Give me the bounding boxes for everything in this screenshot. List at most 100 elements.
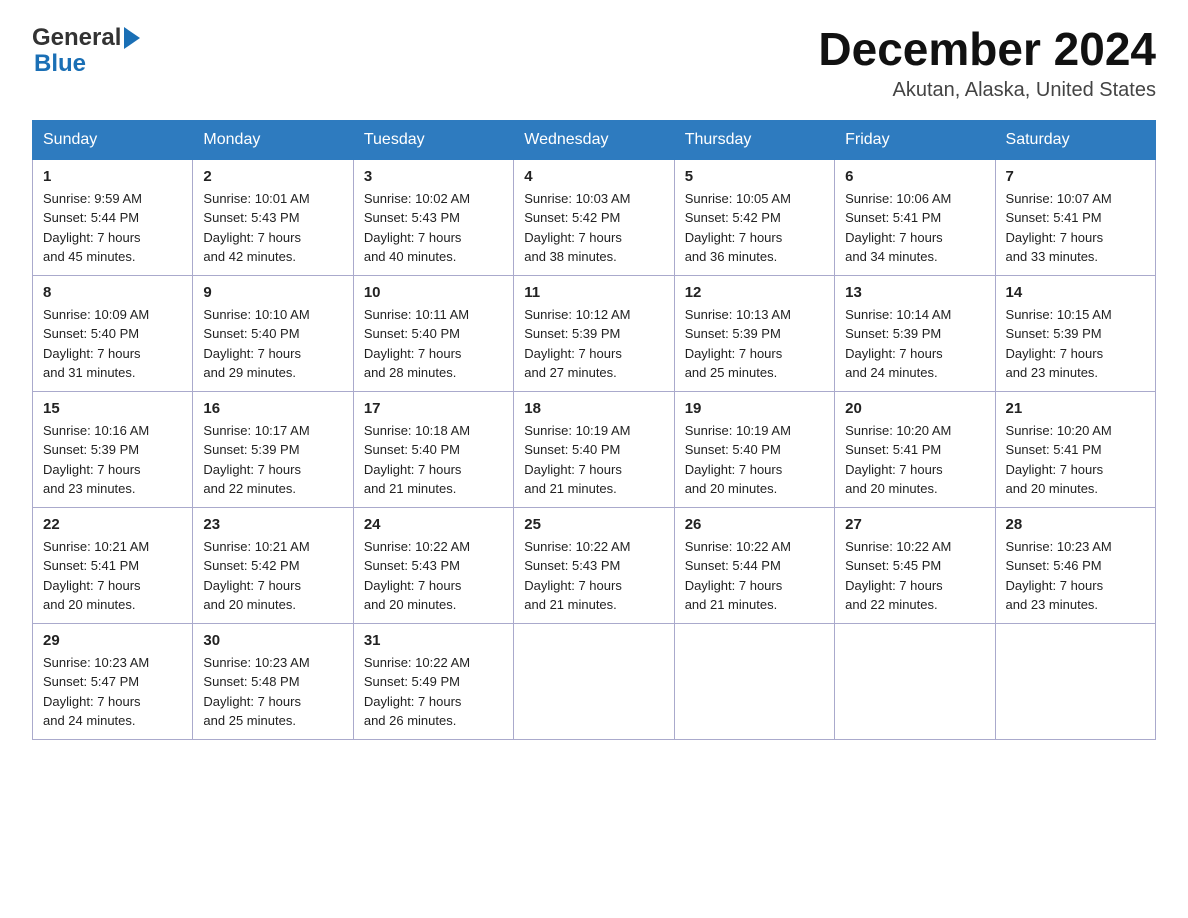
calendar-cell: 27Sunrise: 10:22 AMSunset: 5:45 PMDaylig… — [835, 507, 995, 623]
cell-content: Sunrise: 10:22 AMSunset: 5:43 PMDaylight… — [364, 537, 503, 615]
day-number: 19 — [685, 400, 824, 417]
day-number: 11 — [524, 284, 663, 301]
day-number: 20 — [845, 400, 984, 417]
calendar-cell: 19 Sunrise: 10:19 AMSunset: 5:40 PMDaylig… — [674, 391, 834, 507]
day-number: 22 — [43, 516, 182, 533]
calendar-cell: 2 Sunrise: 10:01 AMSunset: 5:43 PMDayligh… — [193, 159, 353, 275]
cell-content: Sunrise: 10:14 AMSunset: 5:39 PMDaylight… — [845, 305, 984, 383]
cell-content: Sunrise: 10:20 AMSunset: 5:41 PMDaylight… — [845, 421, 984, 499]
day-number: 17 — [364, 400, 503, 417]
logo: General Blue — [32, 24, 140, 78]
cell-content: Sunrise: 10:09 AMSunset: 5:40 PMDaylight… — [43, 305, 182, 383]
cell-content: Sunrise: 10:17 AMSunset: 5:39 PMDaylight… — [203, 421, 342, 499]
day-number: 24 — [364, 516, 503, 533]
day-number: 31 — [364, 632, 503, 649]
calendar-week-5: 29 Sunrise: 10:23 AMSunset: 5:47 PMDaylig… — [33, 623, 1156, 739]
cell-content: Sunrise: 10:23 AMSunset: 5:47 PMDaylight… — [43, 653, 182, 731]
day-number: 27 — [845, 516, 984, 533]
day-number: 6 — [845, 168, 984, 185]
logo-row1: General — [32, 24, 140, 52]
day-number: 18 — [524, 400, 663, 417]
calendar-cell: 28Sunrise: 10:23 AMSunset: 5:46 PMDaylig… — [995, 507, 1155, 623]
calendar-cell: 16 Sunrise: 10:17 AMSunset: 5:39 PMDaylig… — [193, 391, 353, 507]
day-number: 14 — [1006, 284, 1145, 301]
cell-content: Sunrise: 9:59 AMSunset: 5:44 PMDaylight:… — [43, 189, 182, 267]
day-number: 30 — [203, 632, 342, 649]
weekday-header-monday: Monday — [193, 120, 353, 159]
calendar-cell: 15 Sunrise: 10:16 AMSunset: 5:39 PMDaylig… — [33, 391, 193, 507]
calendar-cell: 18 Sunrise: 10:19 AMSunset: 5:40 PMDaylig… — [514, 391, 674, 507]
calendar-cell: 6 Sunrise: 10:06 AMSunset: 5:41 PMDayligh… — [835, 159, 995, 275]
day-number: 25 — [524, 516, 663, 533]
calendar-table: SundayMondayTuesdayWednesdayThursdayFrid… — [32, 120, 1156, 740]
cell-content: Sunrise: 10:22 AMSunset: 5:43 PMDaylight… — [524, 537, 663, 615]
cell-content: Sunrise: 10:15 AMSunset: 5:39 PMDaylight… — [1006, 305, 1145, 383]
calendar-cell: 10 Sunrise: 10:11 AMSunset: 5:40 PMDaylig… — [353, 275, 513, 391]
cell-content: Sunrise: 10:23 AMSunset: 5:48 PMDaylight… — [203, 653, 342, 731]
calendar-cell: 4 Sunrise: 10:03 AMSunset: 5:42 PMDayligh… — [514, 159, 674, 275]
calendar-week-2: 8Sunrise: 10:09 AMSunset: 5:40 PMDayligh… — [33, 275, 1156, 391]
cell-content: Sunrise: 10:03 AMSunset: 5:42 PMDaylight… — [524, 189, 663, 267]
calendar-week-3: 15 Sunrise: 10:16 AMSunset: 5:39 PMDaylig… — [33, 391, 1156, 507]
day-number: 26 — [685, 516, 824, 533]
day-number: 1 — [43, 168, 182, 185]
day-number: 10 — [364, 284, 503, 301]
cell-content: Sunrise: 10:19 AMSunset: 5:40 PMDaylight… — [685, 421, 824, 499]
cell-content: Sunrise: 10:12 AMSunset: 5:39 PMDaylight… — [524, 305, 663, 383]
calendar-cell: 26 Sunrise: 10:22 AMSunset: 5:44 PMDaylig… — [674, 507, 834, 623]
calendar-cell: 3Sunrise: 10:02 AMSunset: 5:43 PMDayligh… — [353, 159, 513, 275]
day-number: 12 — [685, 284, 824, 301]
logo-arrow-icon — [124, 27, 140, 49]
cell-content: Sunrise: 10:06 AMSunset: 5:41 PMDaylight… — [845, 189, 984, 267]
calendar-cell — [674, 623, 834, 739]
calendar-cell: 12 Sunrise: 10:13 AMSunset: 5:39 PMDaylig… — [674, 275, 834, 391]
cell-content: Sunrise: 10:11 AMSunset: 5:40 PMDaylight… — [364, 305, 503, 383]
cell-content: Sunrise: 10:02 AMSunset: 5:43 PMDaylight… — [364, 189, 503, 267]
logo-area: General Blue — [32, 24, 140, 78]
calendar-cell: 11 Sunrise: 10:12 AMSunset: 5:39 PMDaylig… — [514, 275, 674, 391]
day-number: 2 — [203, 168, 342, 185]
page-header: General Blue December 2024 Akutan, Alask… — [32, 24, 1156, 102]
calendar-cell — [835, 623, 995, 739]
day-number: 4 — [524, 168, 663, 185]
calendar-cell: 8Sunrise: 10:09 AMSunset: 5:40 PMDayligh… — [33, 275, 193, 391]
location-title: Akutan, Alaska, United States — [818, 79, 1156, 102]
calendar-cell: 17 Sunrise: 10:18 AMSunset: 5:40 PMDaylig… — [353, 391, 513, 507]
cell-content: Sunrise: 10:01 AMSunset: 5:43 PMDaylight… — [203, 189, 342, 267]
calendar-cell: 1 Sunrise: 9:59 AMSunset: 5:44 PMDaylight… — [33, 159, 193, 275]
cell-content: Sunrise: 10:19 AMSunset: 5:40 PMDaylight… — [524, 421, 663, 499]
day-number: 5 — [685, 168, 824, 185]
title-area: December 2024 Akutan, Alaska, United Sta… — [818, 24, 1156, 102]
day-number: 21 — [1006, 400, 1145, 417]
day-number: 28 — [1006, 516, 1145, 533]
day-number: 29 — [43, 632, 182, 649]
calendar-cell: 5Sunrise: 10:05 AMSunset: 5:42 PMDayligh… — [674, 159, 834, 275]
calendar-cell: 22Sunrise: 10:21 AMSunset: 5:41 PMDaylig… — [33, 507, 193, 623]
day-number: 15 — [43, 400, 182, 417]
calendar-cell: 23Sunrise: 10:21 AMSunset: 5:42 PMDaylig… — [193, 507, 353, 623]
calendar-cell: 30 Sunrise: 10:23 AMSunset: 5:48 PMDaylig… — [193, 623, 353, 739]
cell-content: Sunrise: 10:07 AMSunset: 5:41 PMDaylight… — [1006, 189, 1145, 267]
calendar-cell: 21 Sunrise: 10:20 AMSunset: 5:41 PMDaylig… — [995, 391, 1155, 507]
calendar-cell: 25 Sunrise: 10:22 AMSunset: 5:43 PMDaylig… — [514, 507, 674, 623]
weekday-header-tuesday: Tuesday — [353, 120, 513, 159]
cell-content: Sunrise: 10:16 AMSunset: 5:39 PMDaylight… — [43, 421, 182, 499]
cell-content: Sunrise: 10:21 AMSunset: 5:42 PMDaylight… — [203, 537, 342, 615]
cell-content: Sunrise: 10:22 AMSunset: 5:44 PMDaylight… — [685, 537, 824, 615]
calendar-cell: 31Sunrise: 10:22 AMSunset: 5:49 PMDaylig… — [353, 623, 513, 739]
calendar-cell: 24 Sunrise: 10:22 AMSunset: 5:43 PMDaylig… — [353, 507, 513, 623]
cell-content: Sunrise: 10:18 AMSunset: 5:40 PMDaylight… — [364, 421, 503, 499]
calendar-cell: 13 Sunrise: 10:14 AMSunset: 5:39 PMDaylig… — [835, 275, 995, 391]
month-title: December 2024 — [818, 24, 1156, 75]
calendar-week-4: 22Sunrise: 10:21 AMSunset: 5:41 PMDaylig… — [33, 507, 1156, 623]
day-number: 9 — [203, 284, 342, 301]
cell-content: Sunrise: 10:20 AMSunset: 5:41 PMDaylight… — [1006, 421, 1145, 499]
day-number: 13 — [845, 284, 984, 301]
weekday-header-row: SundayMondayTuesdayWednesdayThursdayFrid… — [33, 120, 1156, 159]
day-number: 7 — [1006, 168, 1145, 185]
day-number: 16 — [203, 400, 342, 417]
cell-content: Sunrise: 10:13 AMSunset: 5:39 PMDaylight… — [685, 305, 824, 383]
weekday-header-thursday: Thursday — [674, 120, 834, 159]
calendar-cell: 20 Sunrise: 10:20 AMSunset: 5:41 PMDaylig… — [835, 391, 995, 507]
logo-blue-text: Blue — [32, 50, 140, 78]
